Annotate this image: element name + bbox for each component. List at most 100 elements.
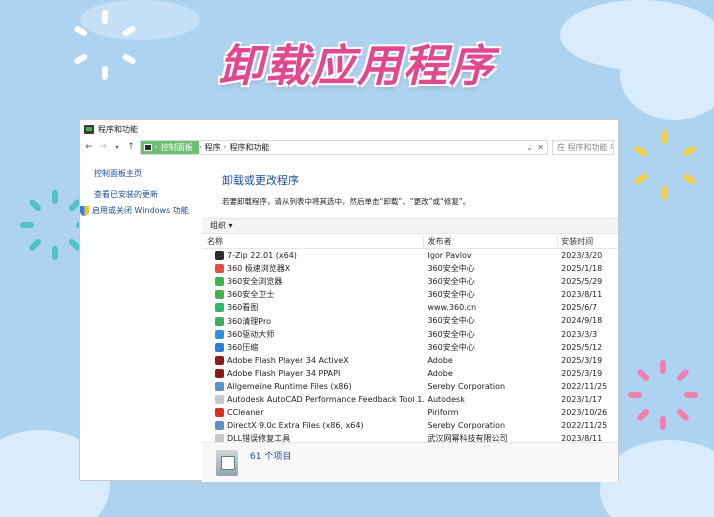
360-image-icon [215, 303, 224, 313]
cell-publisher: 360安全中心 [427, 264, 475, 274]
table-row[interactable]: CCleaner Piriform 2023/10/26 [202, 406, 618, 419]
decorative-burst [630, 130, 700, 200]
breadcrumb-programs[interactable]: 程序 [202, 142, 224, 153]
cell-date: 2025/3/19 [561, 368, 603, 378]
cell-name: 7-Zip 22.01 (x64) [202, 249, 424, 262]
column-header-date[interactable]: 安装时间 [558, 236, 618, 248]
sidebar-item-view-updates[interactable]: 查看已安装的更新 [94, 189, 204, 200]
cell-date: 2023/3/3 [561, 329, 598, 339]
title-bar: 程序和功能 [80, 120, 618, 138]
chevron-down-icon[interactable]: ⌄ [526, 143, 533, 152]
back-arrow-icon[interactable]: ← [84, 142, 94, 152]
table-row[interactable]: DirectX 9.0c Extra Files (x86, x64) Sereb… [202, 419, 618, 432]
cell-name: 360看图 [202, 301, 424, 314]
table-row[interactable]: Adobe Flash Player 34 ActiveX Adobe 2025/3… [202, 354, 618, 367]
address-bar[interactable]: › 控制面板 › 程序 › 程序和功能 ⌄ ✕ [140, 139, 548, 155]
cell-publisher: Adobe [427, 355, 453, 365]
computer-icon [144, 143, 152, 151]
breadcrumb-label: 控制面板 [160, 142, 193, 152]
cell-name: Adobe Flash Player 34 ActiveX [202, 354, 424, 367]
cell-name: 360驱动大师 [202, 328, 424, 341]
programs-window: 程序和功能 ← → ▾ ↑ › 控制面板 › 程序 › 程序和功能 ⌄ ✕ 在 … [79, 119, 619, 482]
cell-name: Adobe Flash Player 34 PPAPI [202, 367, 424, 380]
cell-date: 2023/10/26 [561, 408, 608, 418]
banner-title: 卸载应用程序 [219, 41, 495, 92]
table-body: 7-Zip 22.01 (x64) Igor Pavlov 2023/3/20 360… [202, 249, 618, 445]
sidebar-item-label: 启用或关闭 Windows 功能 [92, 206, 189, 215]
cell-name: CCleaner [202, 406, 424, 419]
programs-table: ^ 名称 发布者 安装时间 7-Zip 22.01 (x64) Igor Pavl… [202, 236, 618, 445]
360-clean-icon [215, 316, 224, 326]
360-safe-browser-icon [215, 277, 224, 287]
cell-name: DirectX 9.0c Extra Files (x86, x64) [202, 419, 424, 432]
page-description: 若要卸载程序，请从列表中将其选中，然后单击“卸载”、“更改”或“修复”。 [222, 197, 471, 206]
close-icon[interactable]: ✕ [537, 143, 544, 152]
cell-publisher: 360安全中心 [427, 290, 475, 300]
recent-dropdown-icon[interactable]: ▾ [112, 144, 122, 151]
table-row[interactable]: 7-Zip 22.01 (x64) Igor Pavlov 2023/3/20 [202, 249, 618, 262]
cell-publisher: Piriform [427, 408, 459, 418]
page-title: 卸载或更改程序 [222, 174, 299, 187]
cell-publisher: 360安全中心 [427, 342, 475, 352]
360-zip-icon [215, 342, 224, 352]
cell-publisher: 360安全中心 [427, 329, 475, 339]
table-row[interactable]: 360压缩 360安全中心 2025/5/12 [202, 341, 618, 354]
forward-arrow-icon[interactable]: → [98, 142, 108, 152]
table-row[interactable]: 360看图 www.360.cn 2025/6/7 [202, 301, 618, 314]
cell-name: 360压缩 [202, 341, 424, 354]
cell-publisher: Adobe [427, 368, 453, 378]
cell-date: 2022/11/25 [561, 421, 608, 431]
table-row[interactable]: Autodesk AutoCAD Performance Feedback To… [202, 393, 618, 406]
cell-name: Allgemeine Runtime Files (x86) [202, 380, 424, 393]
cell-date: 2025/1/18 [561, 264, 603, 274]
up-arrow-icon[interactable]: ↑ [126, 142, 136, 152]
organize-button[interactable]: 组织 ▾ [210, 221, 233, 230]
sidebar-item-control-panel-home[interactable]: 控制面板主页 [94, 168, 204, 179]
cell-publisher: Autodesk [427, 395, 465, 405]
cell-date: 2023/3/20 [561, 251, 603, 260]
table-row[interactable]: 360清理Pro 360安全中心 2024/9/18 [202, 314, 618, 327]
table-row[interactable]: 360安全卫士 360安全中心 2023/8/11 [202, 288, 618, 301]
table-row[interactable]: Allgemeine Runtime Files (x86) Sereby Cor… [202, 380, 618, 393]
cell-publisher: Sereby Corporation [427, 381, 506, 391]
installer-icon [215, 421, 224, 431]
table-row[interactable]: 360安全浏览器 360安全中心 2025/5/29 [202, 275, 618, 288]
flash-icon [215, 368, 224, 378]
cell-name: Autodesk AutoCAD Performance Feedback To… [202, 393, 424, 406]
cell-name: 360 极速浏览器X [202, 262, 424, 275]
address-row: ← → ▾ ↑ › 控制面板 › 程序 › 程序和功能 ⌄ ✕ 在 程序和功能 … [80, 138, 618, 156]
cell-date: 2025/6/7 [561, 303, 598, 313]
7zip-icon [215, 251, 224, 261]
status-bar: 61 个项目 [202, 442, 618, 482]
table-row[interactable]: 360驱动大师 360安全中心 2023/3/3 [202, 328, 618, 341]
installer-box-icon [216, 449, 238, 476]
cell-publisher: 360安全中心 [427, 277, 475, 287]
installer-icon [215, 381, 224, 391]
cell-name: 360安全浏览器 [202, 275, 424, 288]
cell-date: 2024/9/18 [561, 316, 603, 326]
sort-up-icon: ^ [306, 236, 313, 241]
360-driver-icon [215, 329, 224, 339]
search-input[interactable]: 在 程序和功能 中 [552, 139, 614, 155]
column-header-name[interactable]: ^ 名称 [202, 236, 425, 248]
breadcrumb-control-panel[interactable]: › 控制面板 [141, 140, 199, 154]
sidebar-item-windows-features[interactable]: 启用或关闭 Windows 功能 [80, 205, 190, 216]
column-header-publisher[interactable]: 发布者 [424, 236, 559, 248]
main-content: 卸载或更改程序 若要卸载程序，请从列表中将其选中，然后单击“卸载”、“更改”或“… [202, 172, 618, 207]
decorative-burst [628, 360, 698, 430]
flash-icon [215, 355, 224, 365]
cell-name: 360安全卫士 [202, 288, 424, 301]
cell-date: 2025/3/19 [561, 355, 603, 365]
cell-name: 360清理Pro [202, 314, 424, 327]
document-icon [215, 395, 224, 405]
table-row[interactable]: 360 极速浏览器X 360安全中心 2025/1/18 [202, 262, 618, 275]
table-row[interactable]: Adobe Flash Player 34 PPAPI Adobe 2025/3/1… [202, 367, 618, 380]
cell-date: 2023/1/17 [561, 395, 603, 405]
cell-publisher: www.360.cn [427, 303, 477, 313]
window-title: 程序和功能 [98, 124, 138, 134]
cell-date: 2022/11/25 [561, 381, 608, 391]
sidebar: 控制面板主页 查看已安装的更新 启用或关闭 Windows 功能 [80, 168, 204, 226]
breadcrumb-programs-features[interactable]: 程序和功能 [226, 142, 272, 153]
cell-publisher: Igor Pavlov [427, 251, 472, 260]
control-panel-icon [84, 124, 94, 134]
